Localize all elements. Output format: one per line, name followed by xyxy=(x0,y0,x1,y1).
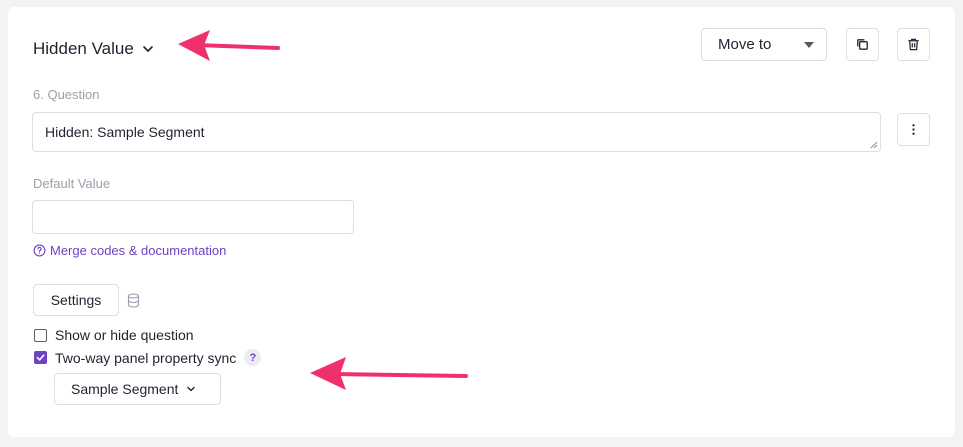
chevron-down-icon xyxy=(187,386,196,392)
default-value-input[interactable] xyxy=(32,200,354,234)
delete-button[interactable] xyxy=(897,28,930,61)
settings-button[interactable]: Settings xyxy=(33,284,119,316)
trash-icon xyxy=(908,38,919,51)
annotation-arrow-icon xyxy=(178,30,280,61)
settings-label: Settings xyxy=(50,292,102,308)
show-hide-label: Show or hide question xyxy=(55,327,194,343)
move-to-select[interactable]: Move to xyxy=(701,28,827,61)
move-to-label: Move to xyxy=(718,36,772,53)
default-value-label: Default Value xyxy=(33,176,111,191)
copy-icon xyxy=(857,39,868,50)
two-way-sync-checkbox[interactable] xyxy=(34,351,47,364)
caret-down-icon xyxy=(804,42,814,48)
more-options-button[interactable] xyxy=(897,113,930,146)
merge-codes-label: Merge codes & documentation xyxy=(50,243,227,258)
resize-grip-icon[interactable] xyxy=(868,139,878,149)
segment-select[interactable]: Sample Segment xyxy=(54,373,221,405)
question-type-label: Hidden Value xyxy=(33,39,134,58)
annotation-arrow-icon xyxy=(310,357,468,390)
chevron-down-icon xyxy=(143,46,153,52)
question-type-dropdown[interactable]: Hidden Value xyxy=(33,39,154,59)
database-icon[interactable] xyxy=(127,293,140,308)
question-card: Hidden Value Move to 6. Question Hidden:… xyxy=(8,7,955,437)
show-hide-checkbox[interactable] xyxy=(34,328,47,342)
copy-button[interactable] xyxy=(846,28,879,61)
question-label: 6. Question xyxy=(33,87,100,102)
two-way-sync-row[interactable]: Two-way panel property sync ? xyxy=(34,349,262,366)
help-icon[interactable]: ? xyxy=(244,349,262,366)
two-way-sync-label: Two-way panel property sync xyxy=(55,349,237,366)
question-textarea[interactable]: Hidden: Sample Segment xyxy=(32,112,881,152)
merge-codes-link[interactable]: Merge codes & documentation xyxy=(33,243,226,258)
more-vertical-icon xyxy=(912,124,915,135)
show-hide-question-row[interactable]: Show or hide question xyxy=(34,327,194,343)
question-text: Hidden: Sample Segment xyxy=(45,124,205,140)
segment-select-value: Sample Segment xyxy=(71,381,179,397)
checkmark-icon xyxy=(36,354,45,361)
help-circle-icon xyxy=(33,244,46,257)
